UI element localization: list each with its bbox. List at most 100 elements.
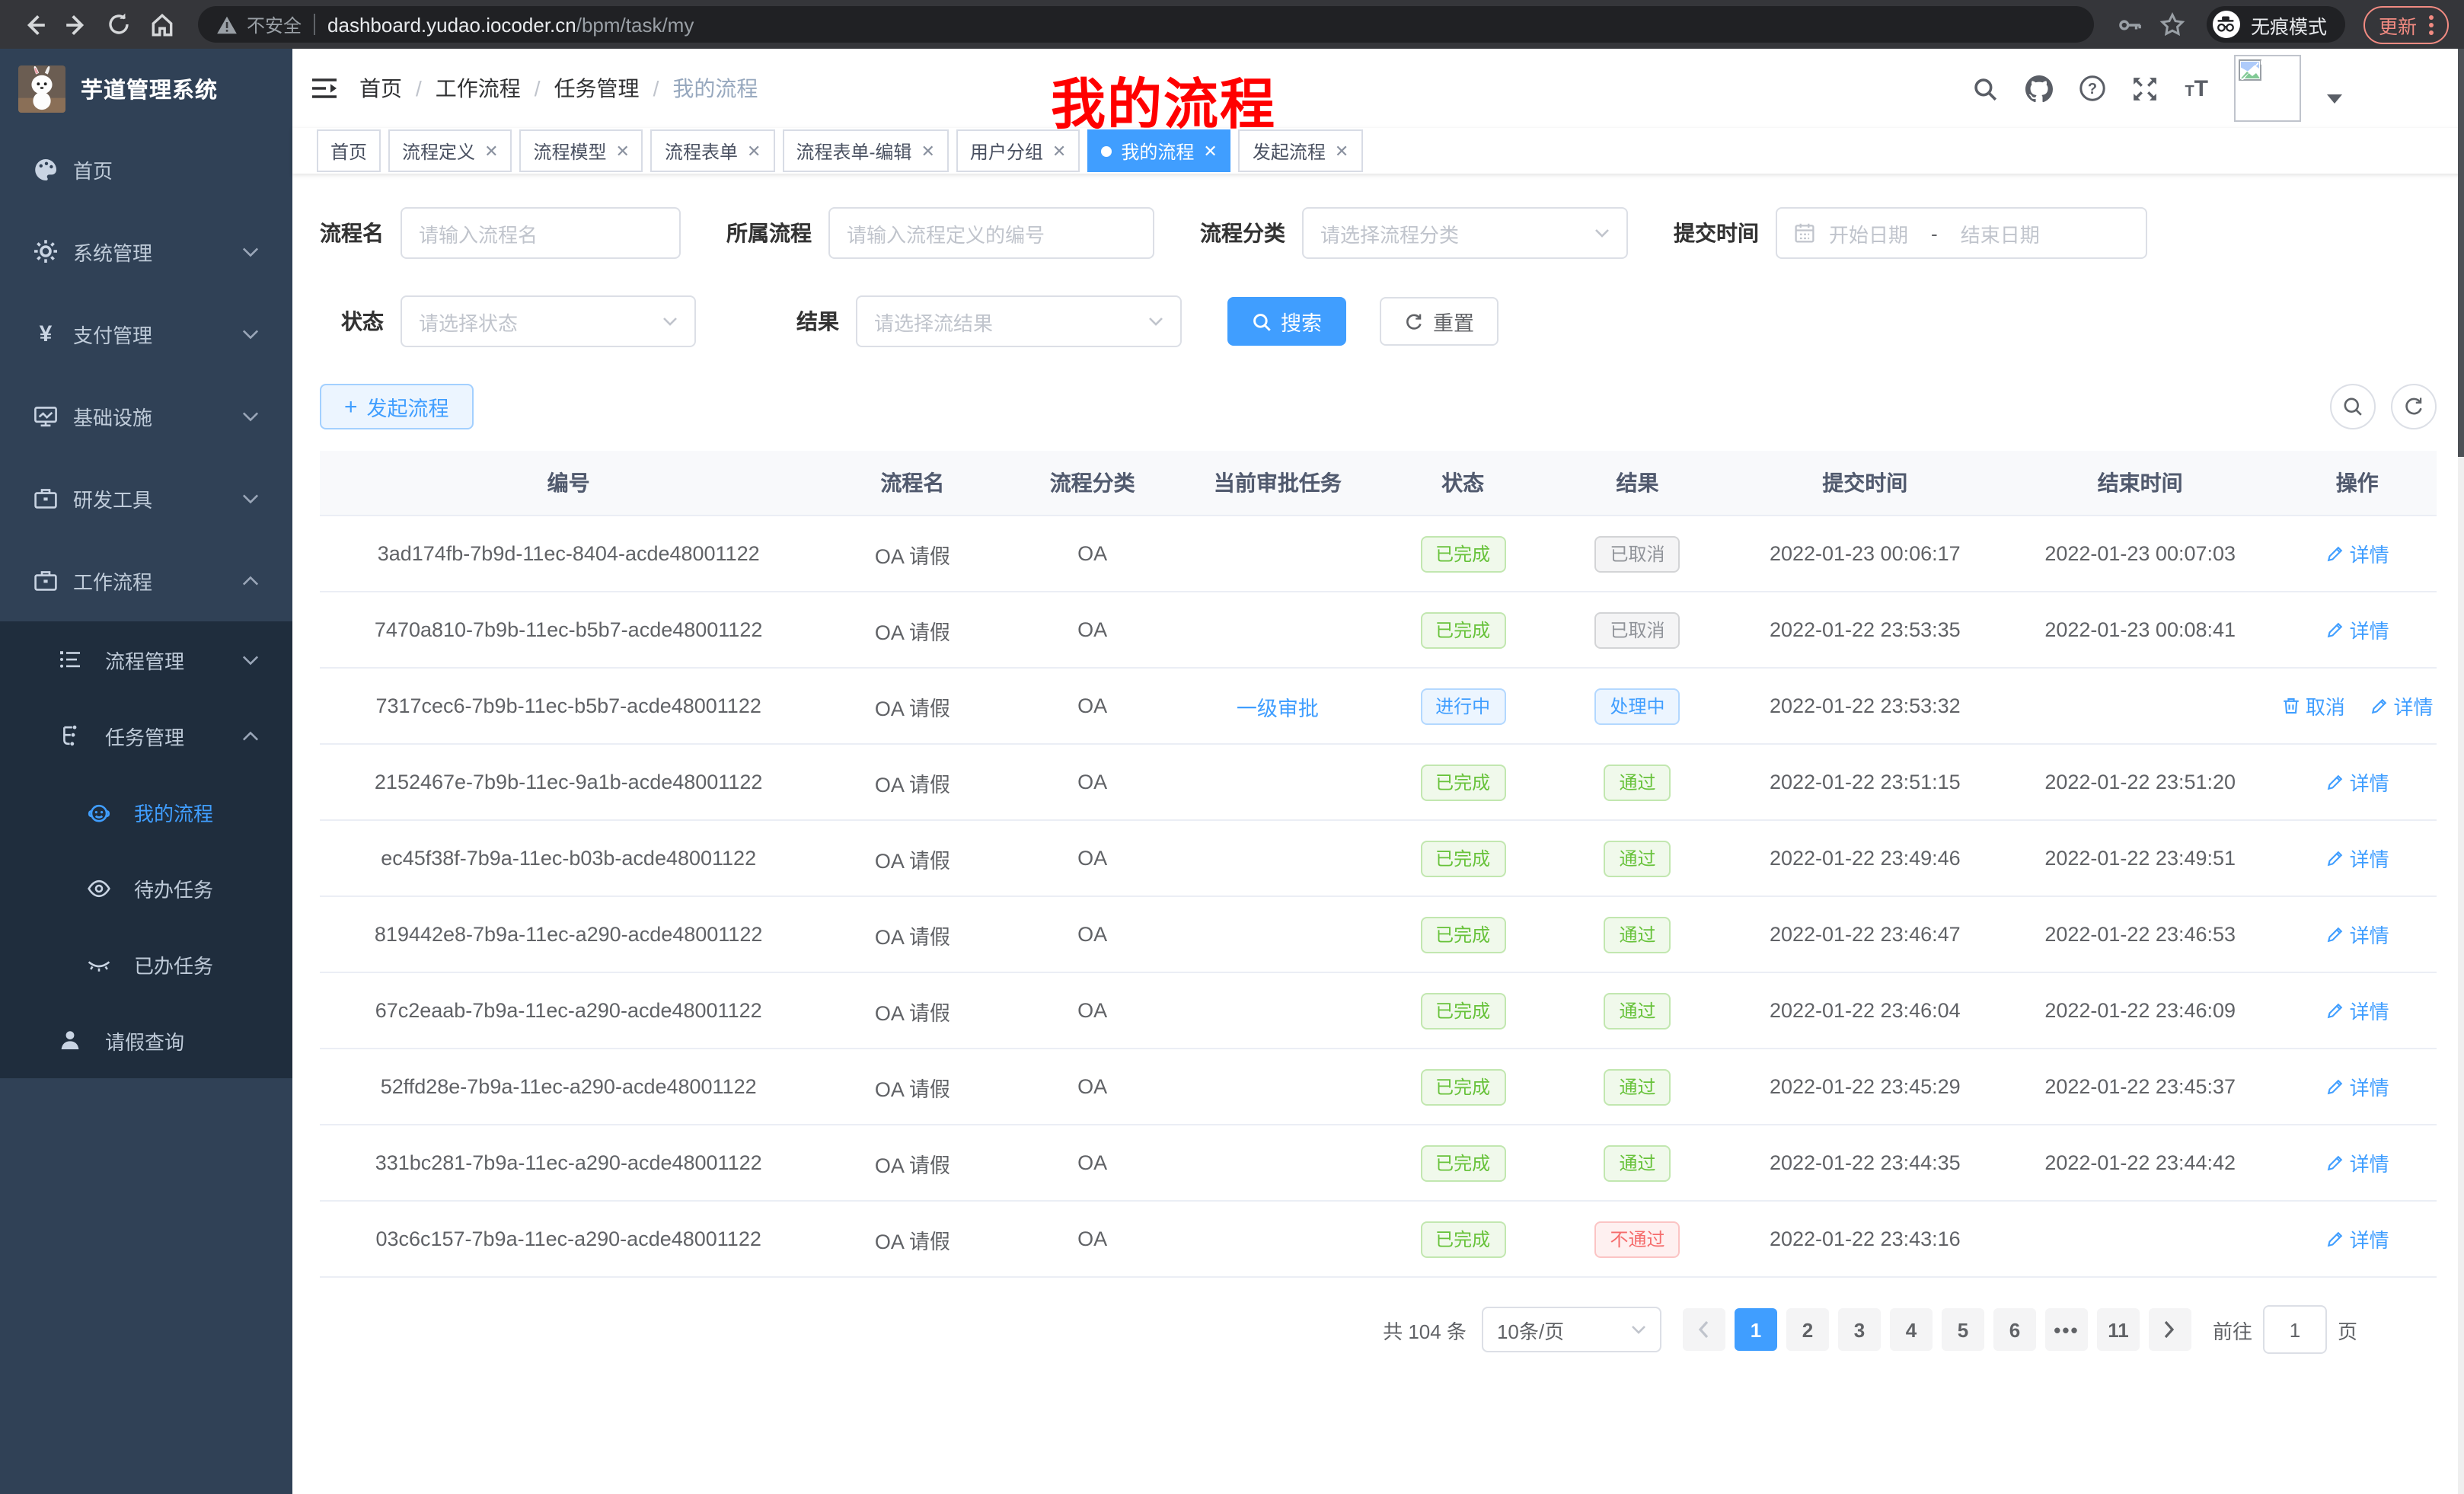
incognito-icon [2213,11,2240,38]
sidebar-item-done-tasks[interactable]: 已办任务 [0,926,292,1002]
browser-home-icon[interactable] [143,6,180,43]
browser-update-button[interactable]: 更新 [2363,5,2449,43]
close-icon[interactable]: ✕ [921,141,934,161]
refresh-table-icon[interactable] [2391,384,2437,429]
start-process-button[interactable]: + 发起流程 [320,384,474,429]
avatar[interactable] [2234,55,2301,122]
sidebar-item-payment[interactable]: ¥ 支付管理 [0,292,292,375]
tab-process-form-edit[interactable]: 流程表单-编辑✕ [782,129,948,172]
goto-page-input[interactable] [2263,1305,2327,1354]
category-select[interactable]: 请选择流程分类 [1302,207,1628,259]
detail-action[interactable]: 详情 [2325,1224,2389,1253]
total-count: 共 104 条 [1383,1315,1467,1344]
page-button[interactable]: 1 [1735,1308,1777,1351]
row-category: OA [1008,1201,1177,1277]
eye-closed-icon [87,952,111,976]
page-button[interactable]: 2 [1786,1308,1829,1351]
sidebar-item-my-process[interactable]: 我的流程 [0,774,292,850]
top-navbar: 首页 / 工作流程 / 任务管理 / 我的流程 ? [292,49,2464,128]
password-key-icon[interactable] [2112,6,2149,43]
avatar-caret-icon[interactable] [2327,94,2342,104]
page-button[interactable]: 3 [1838,1308,1881,1351]
fullscreen-icon[interactable] [2131,75,2159,102]
search-icon[interactable] [1971,75,1999,102]
row-status: 已完成 [1378,896,1547,972]
close-icon[interactable]: ✕ [1052,141,1066,161]
detail-action[interactable]: 详情 [2369,691,2433,720]
scrollbar-track[interactable] [2458,49,2464,1494]
row-current-task [1177,516,1378,592]
close-icon[interactable]: ✕ [1203,141,1217,161]
search-button[interactable]: 搜索 [1227,297,1346,346]
result-select[interactable]: 请选择流结果 [856,295,1182,347]
row-end-time: 2022-01-23 00:08:41 [2003,592,2277,668]
detail-action[interactable]: 详情 [2325,539,2389,568]
breadcrumb-item[interactable]: 首页 [359,73,402,104]
sidebar-toggle-icon[interactable] [311,76,338,101]
font-size-icon[interactable]: TT [2185,77,2208,100]
browser-back-icon[interactable] [15,6,52,43]
status-select[interactable]: 请选择状态 [401,295,696,347]
detail-action[interactable]: 详情 [2325,844,2389,873]
cancel-action[interactable]: 取消 [2281,691,2345,720]
scrollbar-thumb[interactable] [2458,49,2464,457]
detail-action[interactable]: 详情 [2325,920,2389,949]
tab-process-definition[interactable]: 流程定义✕ [388,129,512,172]
page-button[interactable]: 4 [1890,1308,1933,1351]
sidebar-item-dev-tools[interactable]: 研发工具 [0,457,292,539]
detail-action[interactable]: 详情 [2325,1072,2389,1101]
row-end-time: 2022-01-22 23:44:42 [2003,1125,2277,1201]
browser-forward-icon[interactable] [58,6,94,43]
page-button[interactable]: 5 [1942,1308,1984,1351]
close-icon[interactable]: ✕ [1335,141,1348,161]
tab-process-model[interactable]: 流程模型✕ [520,129,643,172]
prev-page-button[interactable] [1683,1308,1725,1351]
incognito-chip[interactable]: 无痕模式 [2207,6,2345,43]
close-icon[interactable]: ✕ [484,141,498,161]
sidebar-item-task-management[interactable]: 任务管理 [0,698,292,774]
row-result: 处理中 [1547,668,1727,744]
process-table: 编号 流程名 流程分类 当前审批任务 状态 结果 提交时间 结束时间 操作 [320,451,2437,1278]
sidebar-item-home[interactable]: 首页 [0,128,292,210]
close-icon[interactable]: ✕ [747,141,761,161]
sidebar-item-leave-query[interactable]: 请假查询 [0,1002,292,1078]
process-def-input[interactable]: 请输入流程定义的编号 [828,207,1154,259]
browser-menu-icon[interactable] [2429,14,2434,34]
breadcrumb-separator: / [653,76,659,101]
detail-action[interactable]: 详情 [2325,996,2389,1025]
show-search-icon[interactable] [2330,384,2376,429]
sidebar-item-infrastructure[interactable]: 基础设施 [0,375,292,457]
sidebar-item-workflow[interactable]: 工作流程 [0,539,292,621]
page-button[interactable]: 11 [2097,1308,2140,1351]
page-button[interactable]: 6 [1993,1308,2036,1351]
github-icon[interactable] [2025,75,2052,102]
detail-action[interactable]: 详情 [2325,1148,2389,1177]
current-task-link[interactable]: 一级审批 [1237,697,1319,720]
address-bar[interactable]: 不安全 dashboard.yudao.iocoder.cn/bpm/task/… [198,6,2094,43]
tab-home[interactable]: 首页 [317,129,381,172]
close-icon[interactable]: ✕ [616,141,630,161]
help-icon[interactable]: ? [2078,75,2105,102]
bookmark-star-icon[interactable] [2155,6,2191,43]
browser-reload-icon[interactable] [101,6,137,43]
date-range-picker[interactable]: 开始日期 - 结束日期 [1776,207,2147,259]
tab-process-form[interactable]: 流程表单✕ [651,129,774,172]
sidebar-item-process-management[interactable]: 流程管理 [0,621,292,698]
row-current-task [1177,1049,1378,1125]
sidebar: 芋道管理系统 首页 系统管理 ¥ 支付管理 [0,49,292,1494]
next-page-button[interactable] [2149,1308,2191,1351]
reset-button[interactable]: 重置 [1380,297,1499,346]
process-name-input[interactable]: 请输入流程名 [401,207,681,259]
sidebar-item-system[interactable]: 系统管理 [0,210,292,292]
detail-action[interactable]: 详情 [2325,768,2389,796]
page-size-select[interactable]: 10条/页 [1482,1307,1661,1352]
breadcrumb-item[interactable]: 任务管理 [554,73,640,104]
more-pages-button[interactable]: ••• [2045,1308,2088,1351]
row-category: OA [1008,744,1177,820]
breadcrumb-item[interactable]: 工作流程 [436,73,521,104]
sidebar-item-todo-tasks[interactable]: 待办任务 [0,850,292,926]
app-logo-row[interactable]: 芋道管理系统 [0,49,292,128]
row-current-task [1177,1201,1378,1277]
security-chip[interactable]: 不安全 [216,11,302,37]
detail-action[interactable]: 详情 [2325,615,2389,644]
